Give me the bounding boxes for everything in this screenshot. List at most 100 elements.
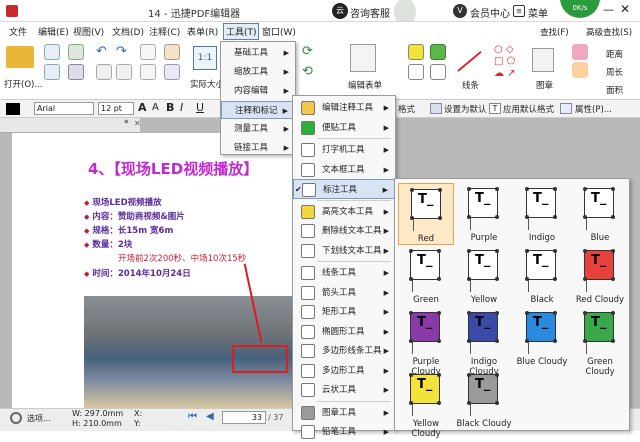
menu-item[interactable]: 表单(R) — [187, 25, 218, 38]
callout-style-item[interactable]: T_ Yellow Cloudy — [398, 369, 454, 439]
stamp-label[interactable]: 图章 — [536, 79, 553, 91]
properties-button[interactable]: 属性(P)... — [575, 103, 612, 115]
perimeter-tool[interactable]: 周长 — [606, 66, 623, 78]
callout-style-item[interactable]: T_ Red Cloudy — [572, 245, 628, 307]
area-tool[interactable]: 面积 — [606, 84, 623, 96]
tools-menu-item[interactable]: 内容编辑 ▶ — [221, 82, 295, 100]
callout-style-item[interactable]: T_ Purple Cloudy — [398, 307, 454, 377]
markup-menu-item[interactable]: 云状工具 ▶ — [293, 380, 395, 400]
underline-icon[interactable]: U — [196, 101, 204, 114]
actual-size-icon[interactable]: 1:1 — [193, 46, 217, 70]
callout-style-item[interactable]: T_ Indigo Cloudy — [456, 307, 512, 377]
set-default-button[interactable]: 设置为默认 — [444, 103, 487, 115]
callout-ribbon-icon[interactable] — [408, 64, 424, 80]
edit-form-icon[interactable] — [350, 44, 376, 72]
menu-item[interactable]: 文档(D) — [112, 25, 144, 38]
markup-menu-item[interactable]: 箭头工具 ▶ — [293, 283, 395, 303]
markup-menu-item[interactable]: 删除线文本工具 ▶ — [293, 221, 395, 241]
properties-icon[interactable] — [560, 103, 572, 114]
format-button[interactable]: 格式 — [398, 103, 415, 115]
vip-badge-icon[interactable]: V — [453, 4, 467, 18]
markup-menu-item[interactable]: 铅笔工具 ▶ — [293, 422, 395, 442]
set-default-icon[interactable] — [430, 103, 442, 114]
customer-service-link[interactable]: 咨询客服 — [350, 5, 390, 20]
menu-item[interactable]: 视图(V) — [73, 25, 104, 38]
callout-style-item[interactable]: T_ Blue Cloudy — [514, 307, 570, 369]
copy-icon[interactable] — [116, 64, 132, 80]
close-button[interactable]: ✕ — [620, 2, 630, 16]
tab-close-icon[interactable]: ✕ — [134, 119, 141, 128]
callout-style-item[interactable]: T_ Indigo — [514, 183, 570, 245]
main-menu-button[interactable]: 菜单 — [528, 5, 548, 20]
sticky-ribbon-icon[interactable] — [430, 44, 446, 60]
font-shrink-icon[interactable]: A — [152, 102, 159, 113]
cloud-icon[interactable]: 云 — [332, 3, 348, 19]
font-family-select[interactable]: Arial — [34, 102, 94, 115]
rotate-icon[interactable]: ⟳ — [302, 44, 313, 59]
callout-style-item[interactable]: T_ Blue — [572, 183, 628, 245]
markup-menu-item[interactable]: 多边形线条工具 ▶ — [293, 341, 395, 361]
markup-menu-item[interactable]: 椭圆形工具 ▶ — [293, 322, 395, 342]
actual-size-label[interactable]: 实际大小 — [190, 78, 224, 90]
email-icon[interactable] — [68, 44, 84, 60]
apply-default-icon[interactable]: T — [489, 103, 501, 114]
find-button[interactable]: 查找(F) — [540, 26, 569, 38]
callout-style-item[interactable]: T_ Green Cloudy — [572, 307, 628, 377]
shape-tools-icon[interactable]: ○ ◇ □ ⬠ ☁ ↗ — [494, 44, 524, 79]
tools-menu-item[interactable]: 链接工具 ▶ — [221, 139, 295, 157]
menu-item[interactable]: 注释(C) — [149, 25, 180, 38]
markup-menu-item[interactable]: ✔ 标注工具 ▶ — [293, 179, 395, 199]
markup-menu-item[interactable]: 线条工具 ▶ — [293, 263, 395, 283]
hand-tool-icon[interactable] — [140, 44, 156, 60]
distance-tool[interactable]: 距离 — [606, 48, 623, 60]
markup-menu-item[interactable]: 打字机工具 ▶ — [293, 140, 395, 160]
apply-default-button[interactable]: 应用默认格式 — [503, 103, 554, 115]
callout-style-item[interactable]: T_ Red — [398, 183, 454, 245]
callout-style-item[interactable]: T_ Black Cloudy — [456, 369, 512, 431]
edit-form-button[interactable]: 编辑表单 — [348, 79, 382, 91]
stamp-ribbon-icon[interactable] — [532, 48, 554, 72]
markup-menu-item[interactable]: 下划线文本工具 ▶ — [293, 241, 395, 261]
print-icon[interactable] — [44, 64, 60, 80]
callout-style-item[interactable]: T_ Green — [398, 245, 454, 307]
gear-icon[interactable] — [10, 412, 22, 424]
markup-menu-item[interactable]: 文本框工具 ▶ — [293, 160, 395, 180]
page-number-input[interactable]: 33 — [222, 411, 266, 424]
italic-icon[interactable]: I — [180, 101, 183, 114]
typewriter-ribbon-icon[interactable] — [408, 44, 424, 60]
markup-menu-item[interactable]: 编辑注释工具 ▶ — [293, 98, 395, 118]
zoom-icon[interactable] — [164, 64, 180, 80]
line-tool-label[interactable]: 线条 — [462, 79, 479, 91]
callout-style-item[interactable]: T_ Black — [514, 245, 570, 307]
eraser-icon[interactable] — [572, 44, 588, 60]
undo-icon[interactable]: ↶ — [96, 44, 107, 59]
menu-item[interactable]: 文件 — [9, 25, 27, 38]
open-folder-icon[interactable] — [6, 46, 34, 68]
member-center-link[interactable]: 会员中心 — [470, 5, 510, 20]
advanced-find-button[interactable]: 高级查找(S) — [586, 26, 632, 38]
markup-menu-item[interactable]: 矩形工具 ▶ — [293, 302, 395, 322]
menu-item[interactable]: 编辑(E) — [38, 25, 69, 38]
save-icon[interactable] — [44, 44, 60, 60]
document-tab[interactable] — [0, 118, 140, 133]
tools-menu-item[interactable]: 缩放工具 ▶ — [221, 63, 295, 81]
snapshot-icon[interactable] — [164, 44, 180, 60]
callout-style-item[interactable]: T_ Yellow — [456, 245, 512, 307]
font-size-select[interactable]: 12 pt — [98, 102, 134, 115]
redo-icon[interactable]: ↷ — [116, 44, 127, 59]
hamburger-menu-icon[interactable]: ≡ — [513, 5, 525, 17]
markup-menu-item[interactable]: 图章工具 ▶ — [293, 403, 395, 423]
pen-icon[interactable] — [572, 62, 588, 78]
options-button[interactable]: 选项... — [27, 413, 51, 424]
callout-style-item[interactable]: T_ Purple — [456, 183, 512, 245]
cut-icon[interactable] — [96, 64, 112, 80]
open-button[interactable]: 打开(O)... — [4, 78, 42, 90]
menu-item[interactable]: 窗口(W) — [262, 25, 296, 38]
refresh-icon[interactable]: ⟲ — [302, 64, 313, 79]
tools-menu-item[interactable]: 测量工具 ▶ — [221, 120, 295, 138]
minimize-button[interactable]: — — [603, 3, 614, 16]
first-page-icon[interactable]: ⏮ — [188, 411, 197, 422]
scan-icon[interactable] — [68, 64, 84, 80]
tools-menu-item[interactable]: 注释和标记 ▶ — [221, 101, 295, 119]
markup-menu-item[interactable]: 多边形工具 ▶ — [293, 361, 395, 381]
